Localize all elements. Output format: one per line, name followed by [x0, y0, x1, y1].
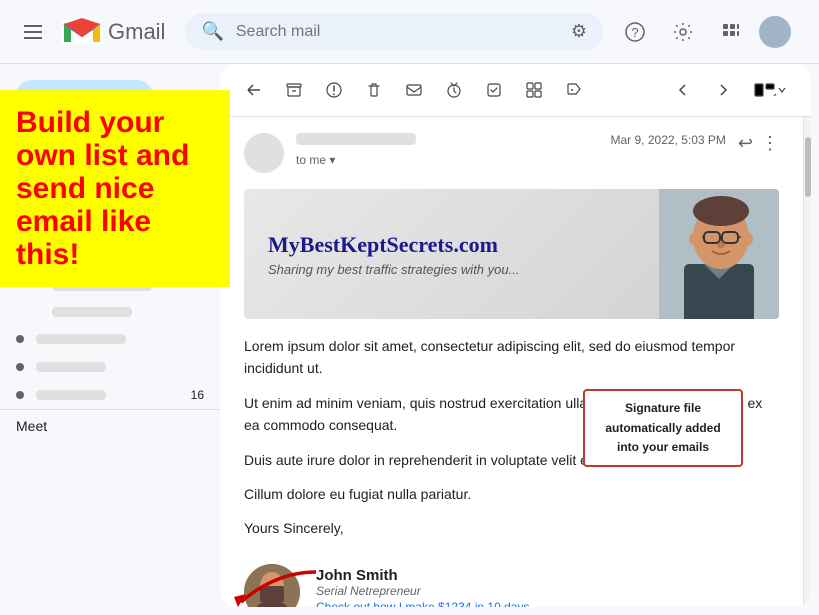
search-input[interactable]	[236, 23, 559, 41]
view-options-button[interactable]	[745, 72, 795, 108]
email-content: to me ▾ Mar 9, 2022, 5:03 PM ↩ ⋮ MyBestK…	[220, 117, 803, 607]
sidebar-dot-item-2[interactable]	[0, 353, 220, 381]
top-right-actions: ?	[615, 12, 803, 52]
banner-subtitle: Sharing my best traffic strategies with …	[268, 262, 635, 277]
menu-button[interactable]	[16, 17, 50, 47]
back-button[interactable]	[236, 72, 272, 108]
email-body: Lorem ipsum dolor sit amet, consectetur …	[220, 327, 803, 556]
delete-button[interactable]	[356, 72, 392, 108]
sig-title: Serial Netrepreneur	[316, 584, 529, 598]
sidebar-dot-item-1[interactable]	[0, 325, 220, 353]
dot-icon-1	[16, 335, 24, 343]
email-closing: Yours Sincerely,	[244, 517, 779, 539]
banner-title: MyBestKeptSecrets.com	[268, 232, 635, 258]
archive-button[interactable]	[276, 72, 312, 108]
email-date: Mar 9, 2022, 5:03 PM	[611, 133, 726, 147]
banner-person-image	[659, 189, 779, 319]
email-actions: ↩ ⋮	[738, 133, 779, 154]
sender-avatar	[244, 133, 284, 173]
prev-email-button[interactable]	[665, 72, 701, 108]
signature-info: John Smith Serial Netrepreneur Check out…	[316, 567, 529, 607]
settings-button[interactable]	[663, 12, 703, 52]
meet-label: Meet	[16, 418, 47, 434]
search-filter-icon[interactable]: ⚙	[571, 21, 587, 42]
move-button[interactable]	[516, 72, 552, 108]
to-dropdown-icon[interactable]: ▾	[329, 153, 335, 167]
email-toolbar	[220, 64, 811, 117]
search-bar[interactable]: 🔍 ⚙	[185, 13, 603, 50]
sender-name-placeholder	[296, 133, 416, 145]
overlay-text: Build your own list and send nice email …	[16, 106, 189, 271]
top-bar: Gmail 🔍 ⚙ ?	[0, 0, 819, 64]
banner-content: MyBestKeptSecrets.com Sharing my best tr…	[244, 212, 659, 297]
big-overlay: Build your own list and send nice email …	[0, 90, 230, 287]
email-area: to me ▾ Mar 9, 2022, 5:03 PM ↩ ⋮ MyBestK…	[220, 64, 811, 607]
email-nav	[665, 72, 795, 108]
next-email-button[interactable]	[705, 72, 741, 108]
search-icon: 🔍	[201, 21, 223, 42]
meet-section: Meet	[0, 409, 220, 442]
email-banner: MyBestKeptSecrets.com Sharing my best tr…	[244, 189, 779, 319]
svg-text:?: ?	[631, 25, 638, 40]
email-para-1: Lorem ipsum dolor sit amet, consectetur …	[244, 335, 779, 380]
scrollbar[interactable]	[803, 117, 811, 607]
signature-avatar	[244, 564, 300, 607]
email-header: to me ▾ Mar 9, 2022, 5:03 PM ↩ ⋮	[220, 117, 803, 181]
sig-name: John Smith	[316, 567, 529, 584]
label-button[interactable]	[556, 72, 592, 108]
help-button[interactable]: ?	[615, 12, 655, 52]
signature-area: John Smith Serial Netrepreneur Check out…	[220, 556, 803, 607]
report-button[interactable]	[316, 72, 352, 108]
dot-icon-3	[16, 391, 24, 399]
email-from-block: to me ▾	[296, 133, 611, 169]
task-button[interactable]	[476, 72, 512, 108]
scroll-thumb[interactable]	[805, 137, 811, 197]
apps-button[interactable]	[711, 12, 751, 52]
snooze-button[interactable]	[436, 72, 472, 108]
reply-icon[interactable]: ↩	[738, 133, 753, 154]
email-para-4: Cillum dolore eu fugiat nulla pariatur.	[244, 483, 779, 505]
annotation-text: Signature file automatically added into …	[605, 401, 720, 453]
user-avatar[interactable]	[759, 16, 791, 48]
gmail-label: Gmail	[108, 19, 165, 45]
annotation-box: Signature file automatically added into …	[583, 389, 743, 467]
more-options-icon[interactable]: ⋮	[761, 133, 779, 154]
sig-link[interactable]: Check out how I make $1234 in 10 days	[316, 600, 529, 607]
dot-icon-2	[16, 363, 24, 371]
dot-item-3-count: 16	[191, 388, 204, 402]
email-to[interactable]: to me ▾	[296, 153, 335, 167]
mail-button[interactable]	[396, 72, 432, 108]
gmail-logo: Gmail	[62, 18, 165, 46]
sidebar-dot-item-3[interactable]: 16	[0, 381, 220, 409]
